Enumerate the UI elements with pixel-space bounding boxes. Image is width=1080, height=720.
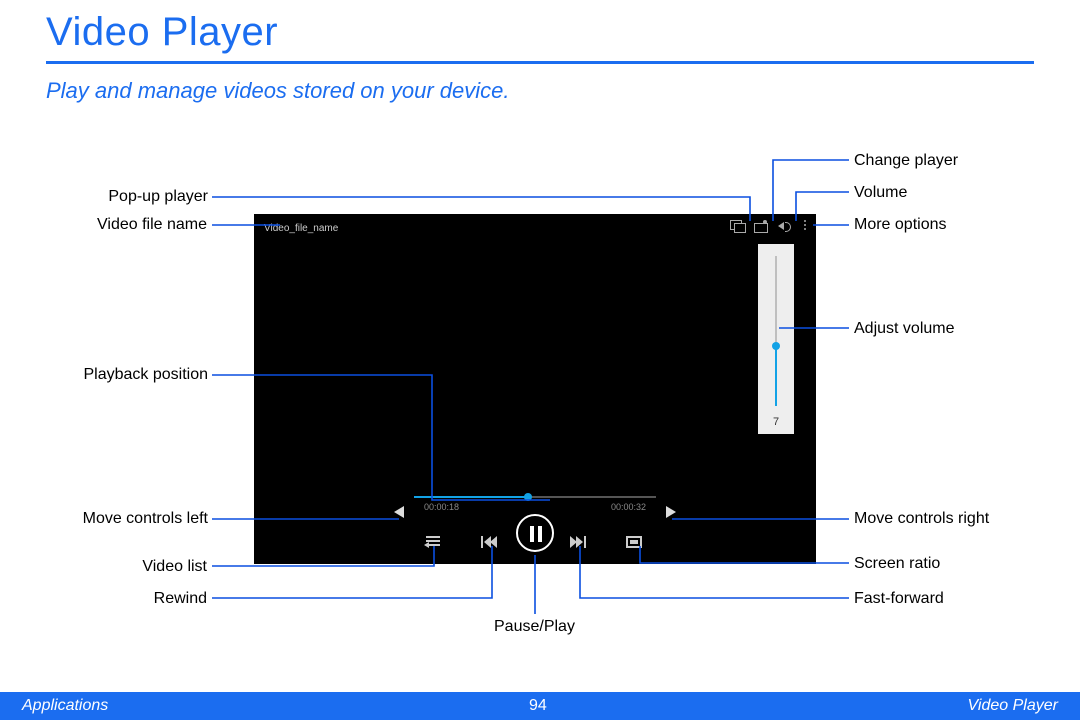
label-popup-player: Pop-up player — [98, 188, 208, 206]
label-more-options: More options — [854, 216, 947, 234]
video-filename-text: Video_file_name — [264, 223, 338, 234]
footer-left: Applications — [22, 697, 108, 715]
topbar-right-icons — [730, 220, 808, 232]
video-player-mock: Video_file_name 7 00:00:18 00:00:32 — [254, 214, 816, 564]
move-controls-left-icon[interactable] — [394, 506, 404, 518]
volume-value: 7 — [758, 416, 794, 428]
label-video-list: Video list — [135, 558, 207, 576]
label-playback-position: Playback position — [68, 366, 208, 384]
label-video-file-name: Video file name — [87, 216, 207, 234]
diagram-area: Video_file_name 7 00:00:18 00:00:32 — [0, 0, 1080, 680]
label-fast-forward: Fast-forward — [854, 590, 944, 608]
label-change-player: Change player — [854, 152, 958, 170]
seek-thumb[interactable] — [524, 493, 532, 501]
label-rewind: Rewind — [151, 590, 207, 608]
seek-bar[interactable] — [414, 496, 656, 498]
volume-icon[interactable] — [778, 220, 792, 232]
label-adjust-volume: Adjust volume — [854, 320, 955, 338]
video-list-icon[interactable] — [426, 534, 442, 548]
label-screen-ratio: Screen ratio — [854, 555, 940, 573]
pause-play-button[interactable] — [516, 514, 554, 552]
time-elapsed: 00:00:18 — [424, 502, 459, 512]
label-move-controls-left: Move controls left — [68, 510, 208, 528]
footer-right: Video Player — [968, 697, 1058, 715]
fast-forward-icon[interactable] — [570, 536, 586, 548]
volume-thumb[interactable] — [772, 342, 780, 350]
more-options-icon[interactable] — [802, 220, 808, 232]
rewind-icon[interactable] — [484, 536, 500, 548]
player-topbar: Video_file_name — [254, 214, 816, 242]
page-footer: Applications 94 Video Player — [0, 692, 1080, 720]
screen-ratio-icon[interactable] — [626, 536, 642, 548]
label-move-controls-right: Move controls right — [854, 510, 989, 528]
popup-player-icon[interactable] — [730, 220, 744, 232]
seek-fill — [414, 496, 528, 498]
label-volume: Volume — [854, 184, 907, 202]
volume-fill — [775, 346, 777, 406]
change-player-icon[interactable] — [754, 220, 768, 232]
label-pause-play: Pause/Play — [494, 618, 575, 636]
time-total: 00:00:32 — [611, 502, 646, 512]
move-controls-right-icon[interactable] — [666, 506, 676, 518]
volume-panel: 7 — [758, 244, 794, 434]
footer-page: 94 — [529, 697, 547, 715]
